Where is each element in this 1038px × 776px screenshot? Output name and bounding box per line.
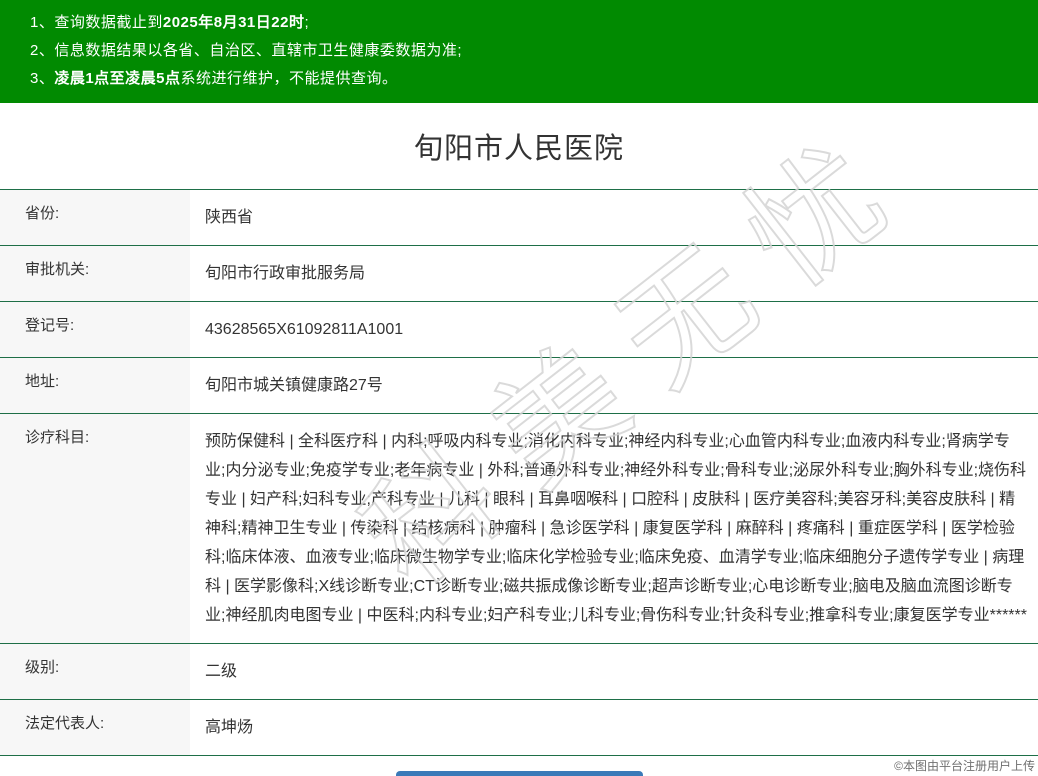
row-value: 旬阳市行政审批服务局 bbox=[205, 265, 366, 282]
row-value: 旬阳市城关镇健康路27号 bbox=[205, 377, 383, 394]
row-value: 高坤炀 bbox=[205, 719, 254, 736]
notice-text: ; bbox=[304, 14, 310, 31]
title-wrap: 旬阳市人民医院 bbox=[0, 103, 1038, 189]
row-label: 法定代表人: bbox=[0, 700, 190, 755]
notice-number: 1、 bbox=[30, 14, 55, 31]
table-row-address: 地址: 旬阳市城关镇健康路27号 bbox=[0, 358, 1038, 414]
button-row: 〖关闭窗口〗 bbox=[0, 771, 1038, 776]
notice-text: 查询数据截止到 bbox=[54, 14, 163, 31]
row-value: 二级 bbox=[205, 663, 238, 680]
notice-bar: 1、查询数据截止到2025年8月31日22时; 2、信息数据结果以各省、自治区、… bbox=[0, 0, 1038, 103]
row-label: 级别: bbox=[0, 644, 190, 699]
row-value: 预防保健科 | 全科医疗科 | 内科;呼吸内科专业;消化内科专业;神经内科专业;… bbox=[205, 433, 1027, 624]
table-row-legal-representative: 法定代表人: 高坤炀 bbox=[0, 700, 1038, 755]
row-value: 43628565X61092811A1001 bbox=[205, 321, 404, 338]
row-label: 诊疗科目: bbox=[0, 414, 190, 643]
row-label: 省份: bbox=[0, 190, 190, 245]
row-label: 审批机关: bbox=[0, 246, 190, 301]
notice-text-bold: 2025年8月31日22时 bbox=[162, 14, 305, 31]
page-title: 旬阳市人民医院 bbox=[413, 133, 624, 165]
notice-text: 信息数据结果以各省、自治区、直辖市卫生健康委数据为准; bbox=[54, 42, 463, 59]
close-window-button[interactable]: 〖关闭窗口〗 bbox=[395, 771, 643, 776]
notice-number: 2、 bbox=[30, 42, 55, 59]
table-row-medical-subjects: 诊疗科目: 预防保健科 | 全科医疗科 | 内科;呼吸内科专业;消化内科专业;神… bbox=[0, 414, 1038, 644]
row-label: 地址: bbox=[0, 358, 190, 413]
notice-item-2: 2、信息数据结果以各省、自治区、直辖市卫生健康委数据为准; bbox=[0, 37, 1038, 65]
table-row-registration-number: 登记号: 43628565X61092811A1001 bbox=[0, 302, 1038, 358]
upload-attribution-note: ©本图由平台注册用户上传 bbox=[894, 759, 1035, 773]
notice-number: 3、 bbox=[30, 70, 55, 87]
row-value: 陕西省 bbox=[205, 209, 254, 226]
notice-item-3: 3、凌晨1点至凌晨5点系统进行维护，不能提供查询。 bbox=[0, 65, 1038, 93]
row-label: 登记号: bbox=[0, 302, 190, 357]
table-row-province: 省份: 陕西省 bbox=[0, 190, 1038, 246]
hospital-info-table: 省份: 陕西省 审批机关: 旬阳市行政审批服务局 登记号: 43628565X6… bbox=[0, 189, 1038, 756]
notice-text-bold: 凌晨1点至凌晨5点 bbox=[54, 70, 181, 87]
table-row-level: 级别: 二级 bbox=[0, 644, 1038, 700]
notice-item-1: 1、查询数据截止到2025年8月31日22时; bbox=[0, 9, 1038, 37]
table-row-approval-authority: 审批机关: 旬阳市行政审批服务局 bbox=[0, 246, 1038, 302]
notice-text: 系统进行维护，不能提供查询。 bbox=[180, 70, 398, 87]
